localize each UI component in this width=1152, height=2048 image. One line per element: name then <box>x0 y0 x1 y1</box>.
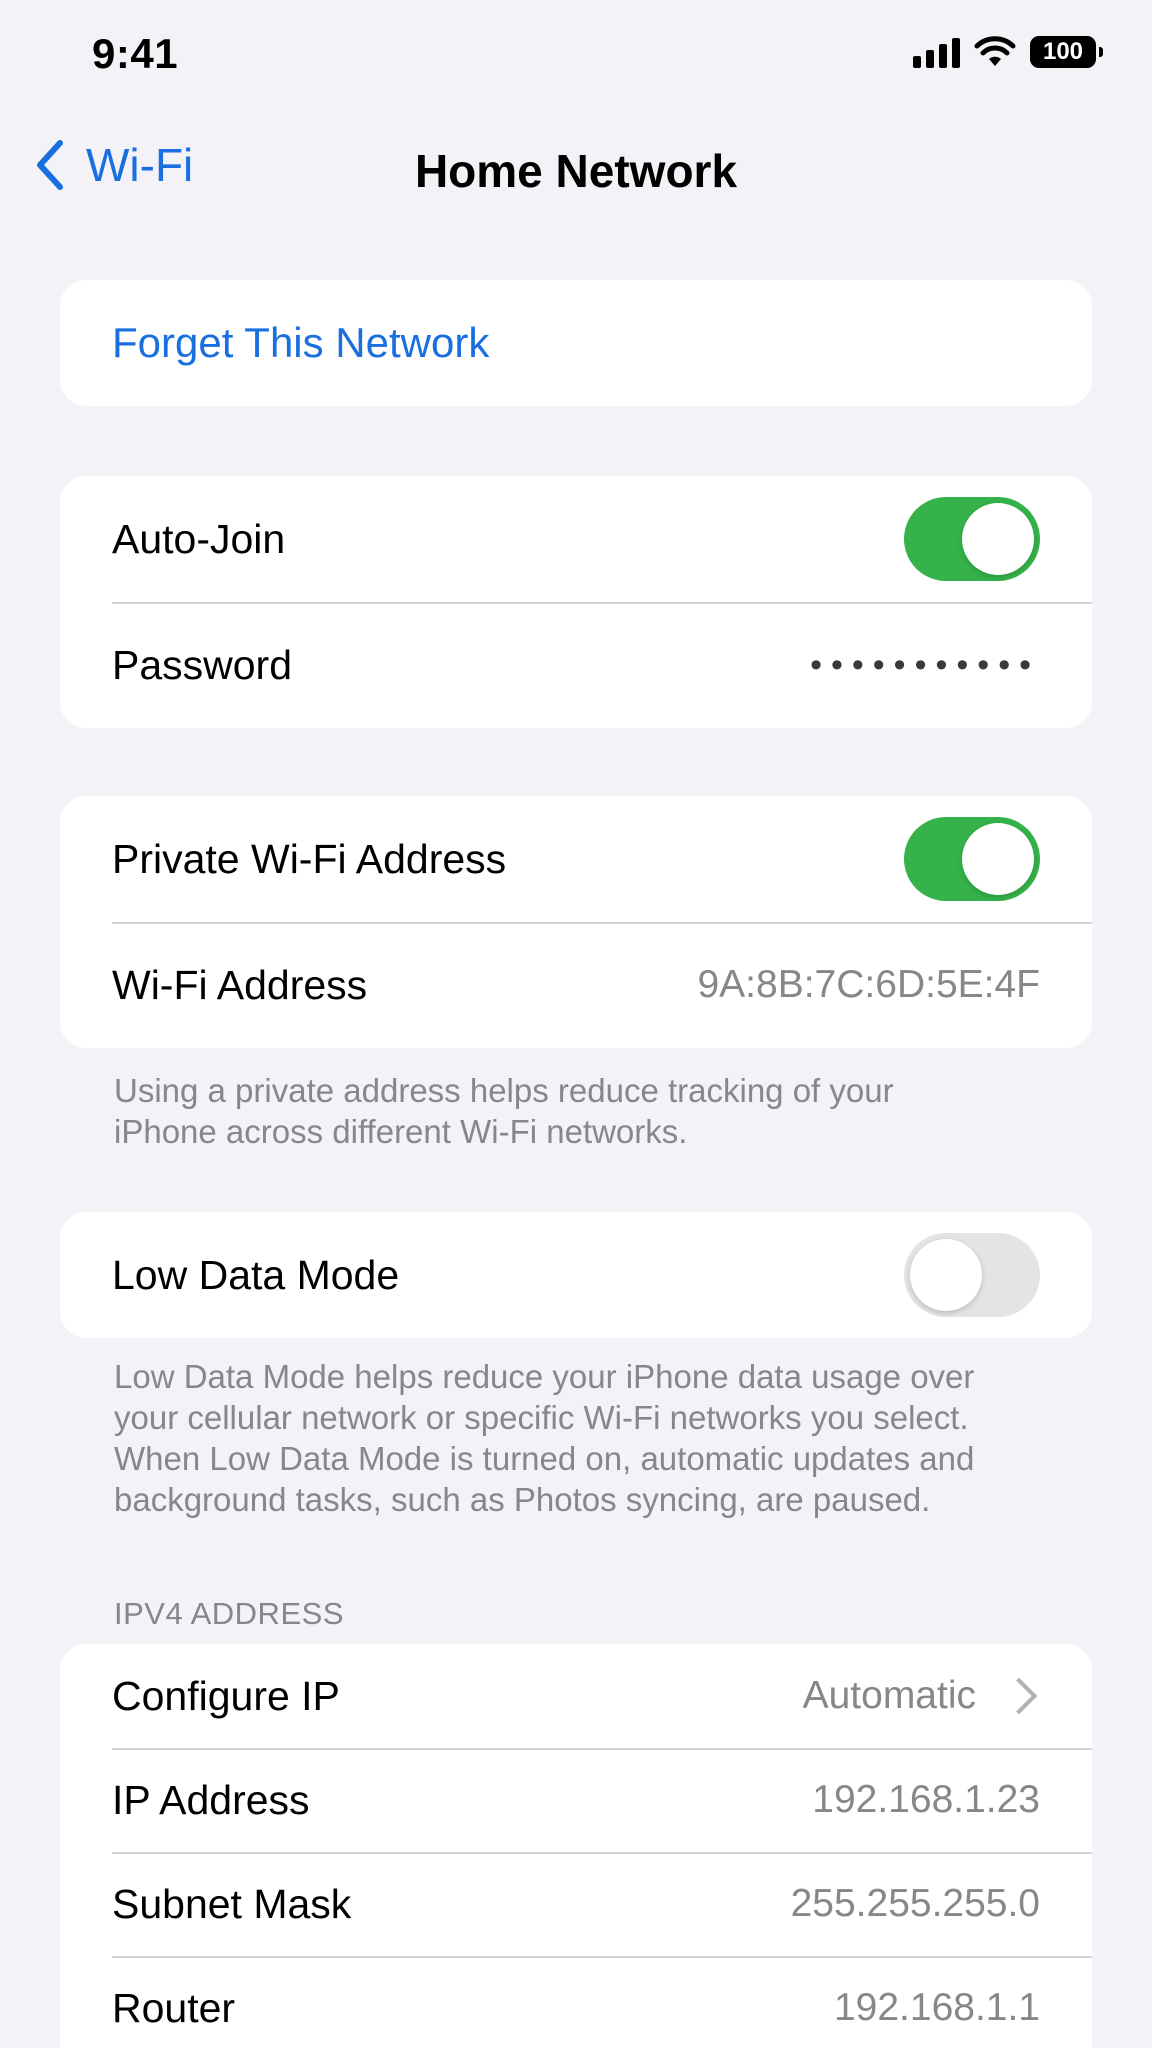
auto-join-toggle[interactable] <box>904 497 1040 581</box>
private-address-toggle[interactable] <box>904 817 1040 901</box>
navigation-bar: Wi-Fi Home Network <box>0 110 1152 230</box>
low-data-toggle[interactable] <box>904 1233 1040 1317</box>
low-data-footnote: Low Data Mode helps reduce your iPhone d… <box>114 1358 975 1518</box>
password-value: ••••••••••• <box>810 645 1040 684</box>
status-bar: 9:41 100 <box>0 0 1152 110</box>
ipv4-card: Configure IP Automatic IP Address 192.16… <box>60 1644 1092 2048</box>
private-address-label: Private Wi-Fi Address <box>112 835 507 882</box>
subnet-mask-value: 255.255.255.0 <box>790 1882 1040 1925</box>
wifi-address-value: 9A:8B:7C:6D:5E:4F <box>697 963 1040 1006</box>
toggle-knob <box>962 503 1034 575</box>
page-title: Home Network <box>414 145 738 197</box>
password-label: Password <box>112 641 293 688</box>
chevron-right-icon <box>1000 1677 1038 1715</box>
auto-join-row: Auto-Join <box>60 476 1092 602</box>
wifi-address-row: Wi-Fi Address 9A:8B:7C:6D:5E:4F <box>60 922 1092 1048</box>
wifi-icon <box>974 36 1016 66</box>
ip-address-row: IP Address 192.168.1.23 <box>60 1748 1092 1852</box>
toggle-knob <box>910 1239 982 1311</box>
configure-ip-row[interactable]: Configure IP Automatic <box>60 1644 1092 1748</box>
low-data-label: Low Data Mode <box>112 1251 400 1298</box>
wifi-address-label: Wi-Fi Address <box>112 961 368 1008</box>
private-address-footnote: Using a private address helps reduce tra… <box>114 1072 894 1150</box>
join-settings-card: Auto-Join Password ••••••••••• <box>60 476 1092 728</box>
private-address-row: Private Wi-Fi Address <box>60 796 1092 922</box>
cellular-signal-icon <box>913 36 960 68</box>
router-label: Router <box>112 1984 236 2031</box>
forget-network-label: Forget This Network <box>112 319 490 366</box>
password-row[interactable]: Password ••••••••••• <box>60 602 1092 728</box>
battery-icon: 100 <box>1030 36 1103 68</box>
low-data-row: Low Data Mode <box>60 1212 1092 1338</box>
router-row: Router 192.168.1.1 <box>60 1956 1092 2048</box>
toggle-knob <box>962 823 1034 895</box>
configure-ip-value: Automatic <box>802 1674 976 1717</box>
auto-join-label: Auto-Join <box>112 515 286 562</box>
forget-network-button[interactable]: Forget This Network <box>60 280 1092 406</box>
status-icons: 100 <box>913 36 1103 68</box>
forget-network-card: Forget This Network <box>60 280 1092 406</box>
subnet-mask-label: Subnet Mask <box>112 1880 352 1927</box>
private-address-card: Private Wi-Fi Address Wi-Fi Address 9A:8… <box>60 796 1092 1048</box>
status-time: 9:41 <box>92 30 179 77</box>
ip-address-value: 192.168.1.23 <box>812 1778 1040 1821</box>
subnet-mask-row: Subnet Mask 255.255.255.0 <box>60 1852 1092 1956</box>
low-data-card: Low Data Mode <box>60 1212 1092 1338</box>
ipv4-section-header: IPV4 ADDRESS <box>114 1596 344 1631</box>
configure-ip-label: Configure IP <box>112 1672 340 1719</box>
router-value: 192.168.1.1 <box>833 1986 1040 2029</box>
ip-address-label: IP Address <box>112 1776 310 1823</box>
